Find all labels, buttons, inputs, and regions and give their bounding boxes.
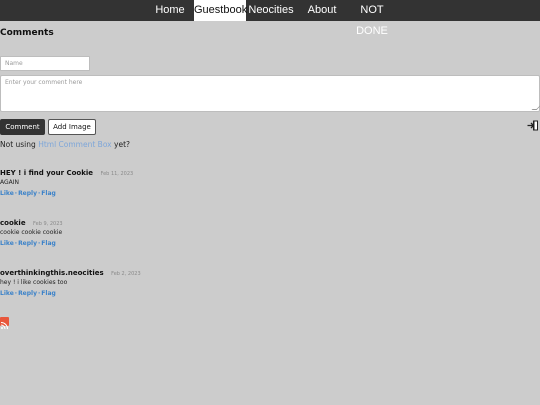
reply-link[interactable]: Reply (18, 190, 37, 197)
add-image-button[interactable]: Add Image (48, 119, 96, 135)
comment-item: HEY ! i find your Cookie Feb 11, 2023 AG… (0, 166, 133, 198)
nav-not-done[interactable]: NOT DONE (344, 0, 400, 37)
like-link[interactable]: Like (0, 240, 14, 247)
rss-icon[interactable] (0, 317, 9, 330)
like-link[interactable]: Like (0, 190, 14, 197)
reply-link[interactable]: Reply (18, 290, 37, 297)
flag-link[interactable]: Flag (41, 290, 56, 297)
login-icon[interactable] (527, 118, 539, 131)
comment-textarea[interactable] (0, 75, 540, 112)
nav-about[interactable]: About (304, 0, 340, 21)
nav-neocities[interactable]: Neocities (248, 0, 294, 21)
comment-date: Feb 11, 2023 (100, 171, 134, 177)
comment-date: Feb 2, 2023 (111, 271, 141, 277)
comment-item: cookie Feb 9, 2023 cookie cookie cookie … (0, 216, 63, 248)
flag-link[interactable]: Flag (41, 190, 56, 197)
reply-link[interactable]: Reply (18, 240, 37, 247)
top-navbar: Home Guestbook Neocities About NOT DONE (0, 0, 540, 37)
comment-actions: Like·Reply·Flag (0, 240, 56, 247)
comment-button[interactable]: Comment (0, 119, 45, 135)
promo-prefix: Not using (0, 140, 36, 149)
comment-date: Feb 9, 2023 (33, 221, 63, 227)
comment-actions: Like·Reply·Flag (0, 190, 56, 197)
promo-text: Not using Html Comment Box yet? (0, 140, 130, 149)
nav-guestbook[interactable]: Guestbook (194, 0, 247, 21)
comment-body: hey ! i like cookies too (0, 279, 68, 286)
nav-home[interactable]: Home (150, 0, 190, 21)
promo-suffix: yet? (114, 140, 130, 149)
comment-author: overthinkingthis.neocities (0, 269, 104, 277)
comments-heading: Comments (0, 28, 54, 38)
like-link[interactable]: Like (0, 290, 14, 297)
comment-item: overthinkingthis.neocities Feb 2, 2023 h… (0, 266, 141, 298)
comment-body: AGAIN (0, 179, 20, 186)
name-input[interactable] (0, 56, 90, 71)
comment-body: cookie cookie cookie (0, 229, 63, 236)
comment-actions: Like·Reply·Flag (0, 290, 56, 297)
comment-author: cookie (0, 219, 26, 227)
comment-author: HEY ! i find your Cookie (0, 169, 94, 177)
promo-link[interactable]: Html Comment Box (38, 140, 111, 149)
flag-link[interactable]: Flag (41, 240, 56, 247)
